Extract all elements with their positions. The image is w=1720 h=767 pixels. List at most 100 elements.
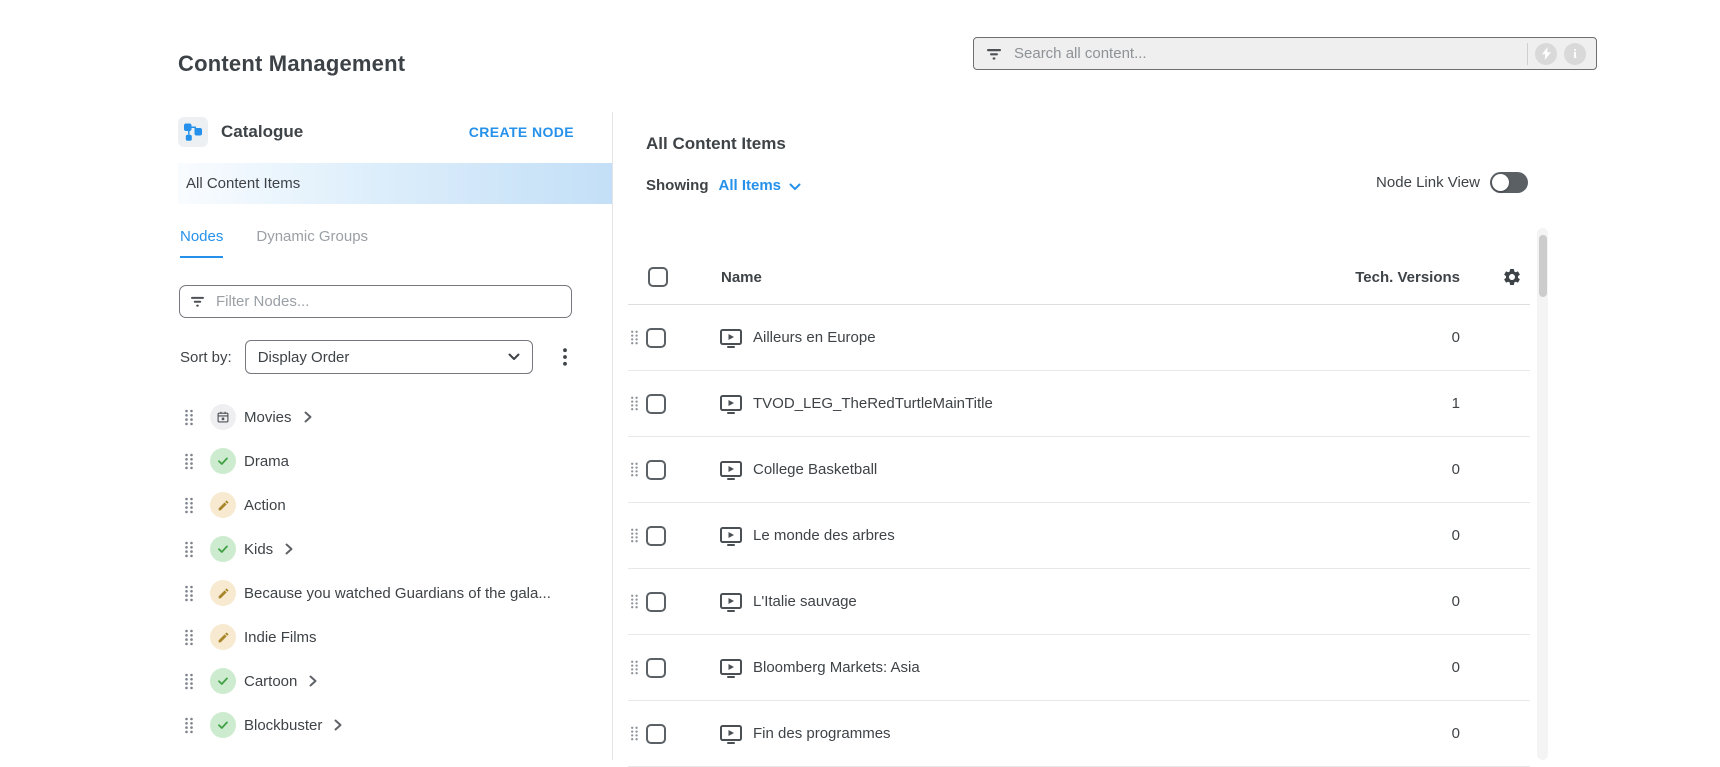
published-status-icon — [210, 712, 236, 738]
content-item-name: L'Italie sauvage — [753, 593, 857, 610]
table-row[interactable]: College Basketball 0 — [628, 437, 1530, 503]
tech-versions-value: 0 — [1360, 329, 1460, 346]
search-divider — [1527, 43, 1528, 65]
table-row[interactable]: Le monde des arbres 0 — [628, 503, 1530, 569]
video-content-icon — [718, 590, 744, 614]
drag-handle-icon[interactable] — [184, 673, 194, 690]
scheduled-status-icon — [210, 404, 236, 430]
toggle-knob — [1492, 174, 1509, 191]
tech-versions-value: 0 — [1360, 527, 1460, 544]
lightning-icon[interactable] — [1535, 43, 1557, 65]
global-search-bar[interactable]: i — [973, 37, 1597, 70]
chevron-right-icon[interactable] — [283, 542, 295, 556]
row-checkbox[interactable] — [646, 724, 666, 744]
draft-status-icon — [210, 580, 236, 606]
table-row[interactable]: L'Italie sauvage 0 — [628, 569, 1530, 635]
node-list-item[interactable]: Because you watched Guardians of the gal… — [178, 571, 612, 615]
filter-nodes-input[interactable] — [214, 292, 561, 311]
node-list-item[interactable]: Indie Films — [178, 615, 612, 659]
node-link-view-label: Node Link View — [1376, 174, 1480, 191]
content-panel: All Content Items Showing All Items Node… — [628, 112, 1530, 760]
chevron-right-icon[interactable] — [307, 674, 319, 688]
catalogue-header: Catalogue CREATE NODE — [178, 115, 612, 149]
row-checkbox[interactable] — [646, 526, 666, 546]
row-checkbox[interactable] — [646, 592, 666, 612]
drag-handle-icon[interactable] — [630, 462, 642, 477]
drag-handle-icon[interactable] — [184, 585, 194, 602]
drag-handle-icon[interactable] — [184, 629, 194, 646]
video-content-icon — [718, 392, 744, 416]
node-label: Kids — [244, 541, 273, 558]
drag-handle-icon[interactable] — [630, 660, 642, 675]
showing-filter-value: All Items — [719, 177, 782, 194]
showing-row: Showing All Items — [646, 177, 801, 194]
node-list-item[interactable]: Action — [178, 483, 612, 527]
table-row[interactable]: TVOD_LEG_TheRedTurtleMainTitle 1 — [628, 371, 1530, 437]
video-content-icon — [718, 458, 744, 482]
info-icon[interactable]: i — [1564, 43, 1586, 65]
tab-dynamic-groups[interactable]: Dynamic Groups — [256, 228, 368, 258]
node-list-item[interactable]: Cartoon — [178, 659, 612, 703]
filter-nodes-box[interactable] — [179, 285, 572, 318]
chevron-right-icon[interactable] — [332, 718, 344, 732]
content-title: All Content Items — [646, 134, 786, 154]
tech-versions-value: 0 — [1360, 725, 1460, 742]
node-list: Movies Drama Action — [178, 395, 612, 747]
node-list-item[interactable]: Kids — [178, 527, 612, 571]
content-item-name: Ailleurs en Europe — [753, 329, 876, 346]
panel-divider — [612, 112, 613, 760]
drag-handle-icon[interactable] — [630, 594, 642, 609]
drag-handle-icon[interactable] — [630, 726, 642, 741]
create-node-button[interactable]: CREATE NODE — [469, 124, 574, 140]
node-list-item[interactable]: Blockbuster — [178, 703, 612, 747]
video-content-icon — [718, 524, 744, 548]
node-list-item[interactable]: Drama — [178, 439, 612, 483]
gear-icon[interactable] — [1502, 267, 1522, 287]
table-scrollbar[interactable] — [1537, 228, 1548, 760]
content-item-name: TVOD_LEG_TheRedTurtleMainTitle — [753, 395, 993, 412]
more-options-icon[interactable] — [559, 344, 571, 370]
select-all-checkbox[interactable] — [648, 267, 668, 287]
catalogue-tabs: Nodes Dynamic Groups — [180, 228, 401, 258]
table-row[interactable]: Bloomberg Markets: Asia 0 — [628, 635, 1530, 701]
catalogue-tree-icon — [178, 117, 208, 147]
node-label: Cartoon — [244, 673, 297, 690]
table-row[interactable]: Ailleurs en Europe 0 — [628, 305, 1530, 371]
node-label: Blockbuster — [244, 717, 322, 734]
column-header-name: Name — [721, 269, 762, 286]
drag-handle-icon[interactable] — [184, 453, 194, 470]
node-link-view-toggle[interactable] — [1490, 172, 1528, 193]
row-checkbox[interactable] — [646, 658, 666, 678]
drag-handle-icon[interactable] — [184, 497, 194, 514]
chevron-down-icon — [508, 353, 520, 361]
sort-row: Sort by: Display Order — [180, 340, 571, 374]
video-content-icon — [718, 326, 744, 350]
selected-item-label: All Content Items — [186, 175, 300, 192]
drag-handle-icon[interactable] — [630, 396, 642, 411]
showing-filter-dropdown[interactable]: All Items — [719, 177, 802, 194]
video-content-icon — [718, 722, 744, 746]
node-list-item[interactable]: Movies — [178, 395, 612, 439]
content-item-name: Bloomberg Markets: Asia — [753, 659, 920, 676]
tab-nodes[interactable]: Nodes — [180, 228, 223, 258]
chevron-right-icon[interactable] — [302, 410, 314, 424]
node-label: Indie Films — [244, 629, 317, 646]
sort-order-select[interactable]: Display Order — [245, 340, 533, 374]
row-checkbox[interactable] — [646, 394, 666, 414]
tech-versions-value: 1 — [1360, 395, 1460, 412]
drag-handle-icon[interactable] — [184, 541, 194, 558]
sort-by-label: Sort by: — [180, 349, 232, 366]
row-checkbox[interactable] — [646, 460, 666, 480]
drag-handle-icon[interactable] — [630, 330, 642, 345]
search-input[interactable] — [1012, 44, 1519, 63]
drag-handle-icon[interactable] — [630, 528, 642, 543]
drag-handle-icon[interactable] — [184, 717, 194, 734]
column-header-tech-versions: Tech. Versions — [1355, 269, 1460, 286]
draft-status-icon — [210, 492, 236, 518]
table-row[interactable]: Fin des programmes 0 — [628, 701, 1530, 767]
sidebar-item-all-content-items[interactable]: All Content Items — [178, 163, 612, 204]
scrollbar-thumb[interactable] — [1539, 235, 1547, 297]
row-checkbox[interactable] — [646, 328, 666, 348]
tech-versions-value: 0 — [1360, 659, 1460, 676]
drag-handle-icon[interactable] — [184, 409, 194, 426]
